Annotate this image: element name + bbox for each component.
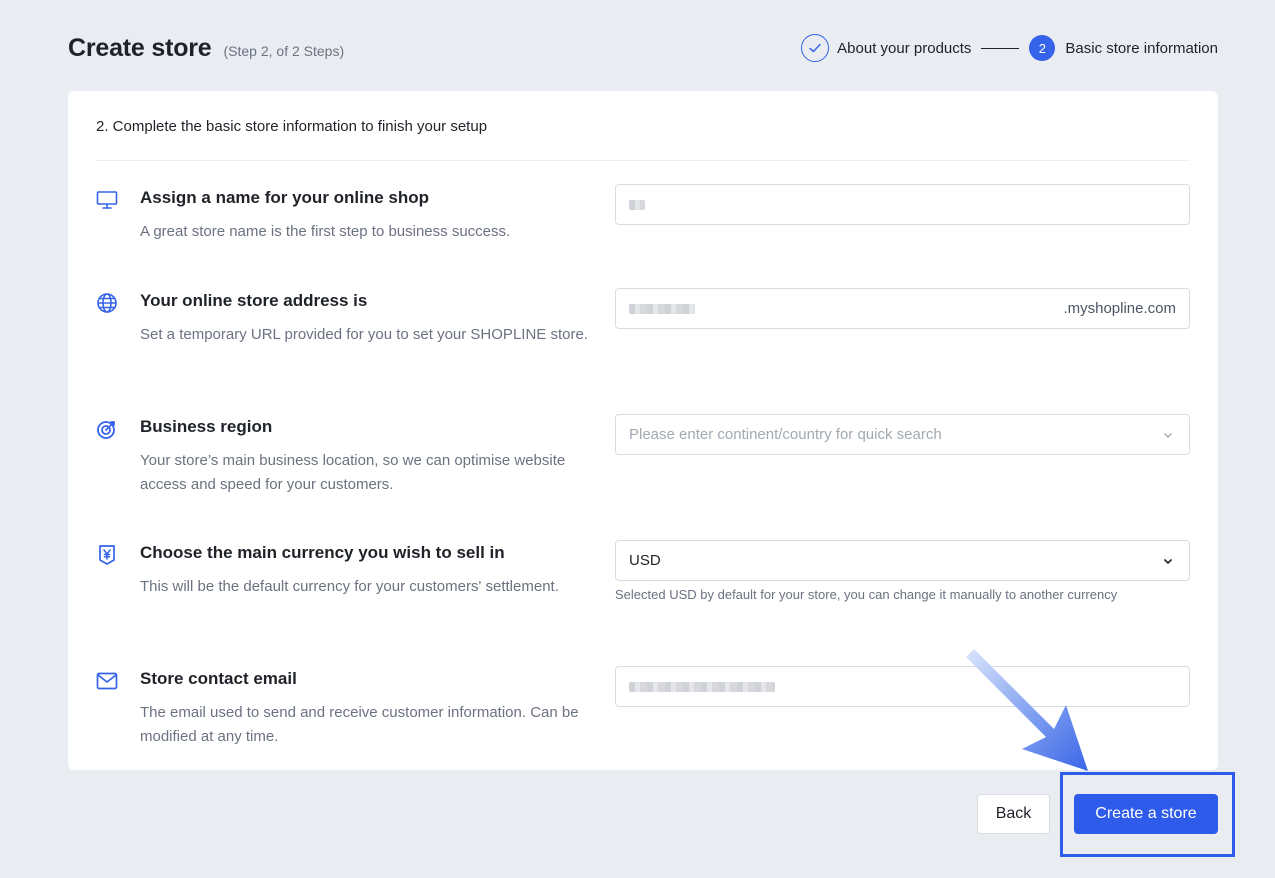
step-number: 2 <box>1029 35 1056 61</box>
check-icon <box>801 34 830 62</box>
globe-icon <box>95 291 119 315</box>
section-description: This will be the default currency for yo… <box>140 578 559 595</box>
business-region-select[interactable]: Please enter continent/country for quick… <box>615 414 1190 455</box>
step-label: About your products <box>837 39 972 57</box>
section-title: Assign a name for your online shop <box>140 188 430 207</box>
store-name-input[interactable] <box>615 184 1190 225</box>
card-intro: 2. Complete the basic store information … <box>96 118 488 135</box>
monitor-icon <box>95 188 119 212</box>
title-wrap: Create store (Step 2, of 2 Steps) <box>68 34 344 63</box>
step-about-products[interactable]: About your products <box>801 34 971 62</box>
stepper: About your products 2 Basic store inform… <box>801 34 1218 62</box>
section-title: Business region <box>140 417 273 436</box>
step-basic-info[interactable]: 2 Basic store information <box>1029 35 1218 61</box>
arrow-annotation-icon <box>966 649 1088 771</box>
section-title: Store contact email <box>140 669 297 688</box>
mail-icon <box>95 669 119 693</box>
currency-select[interactable]: USD <box>615 540 1190 581</box>
currency-icon <box>95 543 119 567</box>
domain-suffix: .myshopline.com <box>1063 300 1176 317</box>
section-title: Your online store address is <box>140 291 368 310</box>
target-icon <box>95 417 119 441</box>
page-subtitle: (Step 2, of 2 Steps) <box>223 42 345 59</box>
currency-hint: Selected USD by default for your store, … <box>615 587 1118 602</box>
step-label: Basic store information <box>1065 39 1218 57</box>
chevron-down-icon <box>1162 554 1176 568</box>
chevron-down-icon <box>1162 428 1176 442</box>
section-description: Set a temporary URL provided for you to … <box>140 326 588 343</box>
redacted-value <box>629 199 645 210</box>
page-title: Create store <box>68 33 212 62</box>
region-placeholder: Please enter continent/country for quick… <box>629 426 942 443</box>
back-button[interactable]: Back <box>977 794 1050 834</box>
currency-value: USD <box>629 552 661 569</box>
redacted-value <box>629 681 775 692</box>
store-address-input[interactable]: .myshopline.com <box>615 288 1190 329</box>
highlight-box <box>1060 772 1235 857</box>
contact-email-input[interactable] <box>615 666 1190 707</box>
section-description: The email used to send and receive custo… <box>140 704 579 745</box>
divider <box>96 160 1190 161</box>
redacted-value <box>629 303 695 314</box>
page-header: Create store (Step 2, of 2 Steps) About … <box>68 30 1218 66</box>
section-title: Choose the main currency you wish to sel… <box>140 543 505 562</box>
section-description: Your store’s main business location, so … <box>140 452 566 493</box>
section-description: A great store name is the first step to … <box>140 223 511 240</box>
step-connector <box>981 47 1020 49</box>
